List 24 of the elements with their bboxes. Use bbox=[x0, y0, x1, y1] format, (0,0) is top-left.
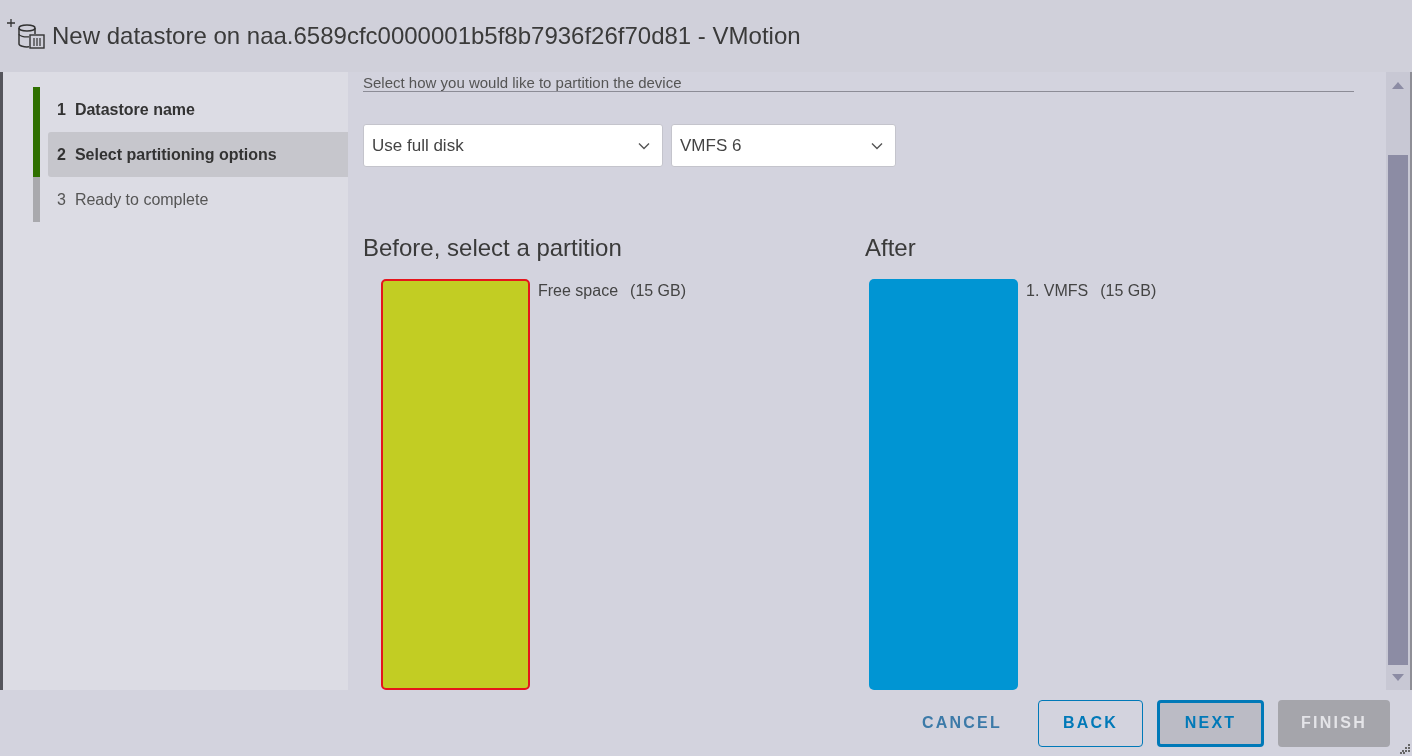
wizard-button[interactable]: BACK bbox=[1038, 699, 1143, 747]
scroll-down-icon[interactable] bbox=[1392, 674, 1404, 681]
wizard-button[interactable]: CANCEL bbox=[900, 699, 1024, 747]
scroll-up-icon[interactable] bbox=[1392, 82, 1404, 89]
chevron-down-icon bbox=[638, 141, 650, 150]
partition-label: 1. VMFS bbox=[1026, 282, 1089, 300]
section-heading: Before, select a partition bbox=[363, 233, 623, 263]
partition-size: (15 GB) bbox=[630, 282, 687, 300]
wizard-step[interactable]: 3 Ready to complete bbox=[48, 177, 348, 222]
wizard-step[interactable]: 2 Select partitioning options bbox=[48, 132, 348, 177]
database-plus-icon bbox=[7, 19, 45, 49]
partition-label: Free space bbox=[538, 282, 619, 300]
partition-block[interactable] bbox=[381, 279, 530, 690]
resize-grip-icon[interactable] bbox=[1400, 744, 1410, 754]
scrollbar[interactable] bbox=[1386, 72, 1410, 690]
wizard-step[interactable]: 1 Datastore name bbox=[48, 87, 348, 132]
partition-size: (15 GB) bbox=[1100, 282, 1157, 300]
partition-option-dropdown[interactable]: Use full disk bbox=[363, 124, 663, 167]
filesystem-dropdown[interactable]: VMFS 6 bbox=[671, 124, 896, 167]
scrollbar-thumb[interactable] bbox=[1388, 155, 1408, 665]
section-heading: After bbox=[865, 233, 917, 263]
instruction-text: Select how you would like to partition the device bbox=[363, 74, 683, 91]
chevron-down-icon bbox=[871, 141, 883, 150]
window-title: New datastore on naa.6589cfc0000001b5f8b7936f26f70d81 - VMotion bbox=[52, 22, 801, 50]
